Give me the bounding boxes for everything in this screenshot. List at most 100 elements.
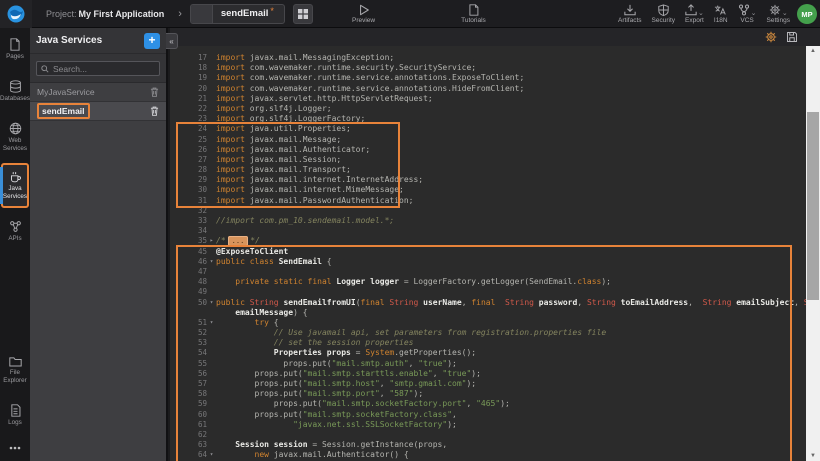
sidebar-item-web-services[interactable]: Web Services [1,114,29,160]
editor-settings-gear-icon[interactable] [765,31,777,43]
sidebar-item-logs[interactable]: Logs [1,396,29,434]
code-line-50[interactable]: 50▾public String sendEmailfromUI(final S… [170,298,806,308]
code-line-55[interactable]: 55 props.put("mail.smtp.auth", "true"); [170,359,806,369]
code-line-23[interactable]: 23import org.slf4j.LoggerFactory; [170,114,806,124]
topbar-action-export[interactable]: ⌄Export [685,0,704,28]
ellipsis-icon [9,446,21,450]
open-file-tab[interactable]: sendEmail * [190,4,285,24]
code-line-35[interactable]: 35▸/*...*/ [170,236,806,246]
code-line-24[interactable]: 24import java.util.Properties; [170,124,806,134]
sidebar-more-button[interactable] [0,436,30,461]
fold-toggle-icon[interactable]: ▾ [207,450,216,460]
code-line-53[interactable]: 53 // set the session properties [170,338,806,348]
project-name[interactable]: My First Application [79,9,165,19]
code-line-49[interactable]: 49 [170,287,806,297]
code-line-45[interactable]: 45@ExposeToClient [170,247,806,257]
user-avatar[interactable]: MP [797,4,817,24]
topbar-action-artifacts[interactable]: Artifacts [618,0,641,28]
code-line-29[interactable]: 29import javax.mail.internet.InternetAdd… [170,175,806,185]
search-input[interactable] [53,64,155,74]
code-line-63[interactable]: 63 Session session = Session.getInstance… [170,440,806,450]
editor-scrollbar[interactable]: ▲ ▼ [806,46,820,461]
code-line-60[interactable]: 60 props.put("mail.smtp.socketFactory.cl… [170,410,806,420]
code-text: props.put("mail.smtp.host", "smtp.gmail.… [216,379,476,389]
wavemaker-logo[interactable] [0,0,32,28]
code-line-58[interactable]: 58 props.put("mail.smtp.port", "587"); [170,389,806,399]
code-line-22[interactable]: 22import org.slf4j.Logger; [170,104,806,114]
code-line-56[interactable]: 56 props.put("mail.smtp.starttls.enable"… [170,369,806,379]
topbar-action-security[interactable]: Security [652,0,675,28]
scroll-up-arrow[interactable]: ▲ [806,46,820,56]
folded-region-chip[interactable]: ... [228,236,249,246]
delete-icon[interactable] [150,106,159,116]
line-number: 33 [198,216,207,226]
code-line-34[interactable]: 34 [170,226,806,236]
fold-toggle-icon[interactable]: ▾ [207,318,216,328]
code-text: props.put("mail.smtp.socketFactory.port"… [216,399,510,409]
gutter: 22 [170,104,216,114]
service-item-sendemail[interactable]: sendEmail [30,102,166,121]
search-box [36,61,160,76]
code-text: private static final Logger logger = Log… [216,277,611,287]
code-editor[interactable]: 17import javax.mail.MessagingException;1… [170,28,820,461]
topbar-action-i18n[interactable]: I18N [714,0,728,28]
code-line-26[interactable]: 26 import javax.mail.Authenticator; [170,145,806,155]
code-line-48[interactable]: 48 private static final Logger logger = … [170,277,806,287]
code-line-31[interactable]: 31import javax.mail.PasswordAuthenticati… [170,196,806,206]
code-line-33[interactable]: 33//import com.pm_10.sendemail.model.*; [170,216,806,226]
gutter: 26 [170,145,216,155]
collapse-panel-button[interactable]: « [166,33,178,49]
sidebar-item-java-services[interactable]: Java Services [1,163,29,208]
line-number: 25 [198,135,207,145]
code-line-20[interactable]: 20import com.wavemaker.runtime.service.a… [170,84,806,94]
top-bar: Project: My First Application › sendEmai… [0,0,820,28]
code-line-19[interactable]: 19import com.wavemaker.runtime.service.a… [170,73,806,83]
topbar-action-tutorials[interactable]: Tutorials [461,0,486,28]
fold-toggle-icon[interactable]: ▾ [207,298,216,308]
tab-grid-button[interactable] [293,4,313,24]
code-line-52[interactable]: 52 // Use javamail api, set parameters f… [170,328,806,338]
line-number: 26 [198,145,207,155]
save-icon[interactable] [786,31,798,43]
topbar-action-vcs[interactable]: ⌄VCS [738,0,757,28]
scrollbar-thumb[interactable] [807,112,819,300]
code-line-46[interactable]: 46▾public class SendEmail { [170,257,806,267]
code-line-32[interactable]: 32 [170,206,806,216]
topbar-action-settings[interactable]: ⌄Settings [767,0,791,28]
code-line-25[interactable]: 25import javax.mail.Message; [170,135,806,145]
delete-icon[interactable] [150,87,159,97]
code-line-51[interactable]: 51▾ try { [170,318,806,328]
fold-toggle-icon[interactable]: ▾ [207,257,216,267]
code-line-wrap[interactable]: emailMessage) { [170,308,806,318]
code-text: import javax.mail.Authenticator; [216,145,370,155]
sidebar-item-apis[interactable]: APIs [1,212,29,250]
sidebar-item-label: Web Services [3,137,27,153]
code-line-59[interactable]: 59 props.put("mail.smtp.socketFactory.po… [170,399,806,409]
code-line-54[interactable]: 54 Properties props = System.getProperti… [170,348,806,358]
code-line-17[interactable]: 17import javax.mail.MessagingException; [170,53,806,63]
code-line-61[interactable]: 61 "javax.net.ssl.SSLSocketFactory"); [170,420,806,430]
code-line-47[interactable]: 47 [170,267,806,277]
code-line-27[interactable]: 27import javax.mail.Session; [170,155,806,165]
topbar-action-preview[interactable]: Preview [352,0,375,28]
topbar-action-icon-row: ⌄ [738,4,757,16]
code-line-62[interactable]: 62 [170,430,806,440]
scroll-down-arrow[interactable]: ▼ [806,451,820,461]
add-service-button[interactable]: + [144,33,160,49]
pages-icon [9,38,21,51]
sidebar-item-databases[interactable]: Databases [1,72,29,110]
code-scroll-area[interactable]: 17import javax.mail.MessagingException;1… [170,46,806,461]
line-number: 17 [198,53,207,63]
code-line-30[interactable]: 30import javax.mail.internet.MimeMessage… [170,185,806,195]
code-line-28[interactable]: 28import javax.mail.Transport; [170,165,806,175]
code-line-21[interactable]: 21import javax.servlet.http.HttpServletR… [170,94,806,104]
service-item-myjavaservice[interactable]: MyJavaService [30,83,166,102]
code-line-57[interactable]: 57 props.put("mail.smtp.host", "smtp.gma… [170,379,806,389]
code-line-18[interactable]: 18import com.wavemaker.runtime.security.… [170,63,806,73]
sidebar-item-pages[interactable]: Pages [1,30,29,68]
code-line-64[interactable]: 64▾ new javax.mail.Authenticator() { [170,450,806,460]
sidebar-item-file-explorer[interactable]: File Explorer [1,348,29,392]
java-coffee-icon [9,171,22,183]
fold-toggle-icon[interactable]: ▸ [207,236,216,246]
line-number: 54 [198,348,207,358]
